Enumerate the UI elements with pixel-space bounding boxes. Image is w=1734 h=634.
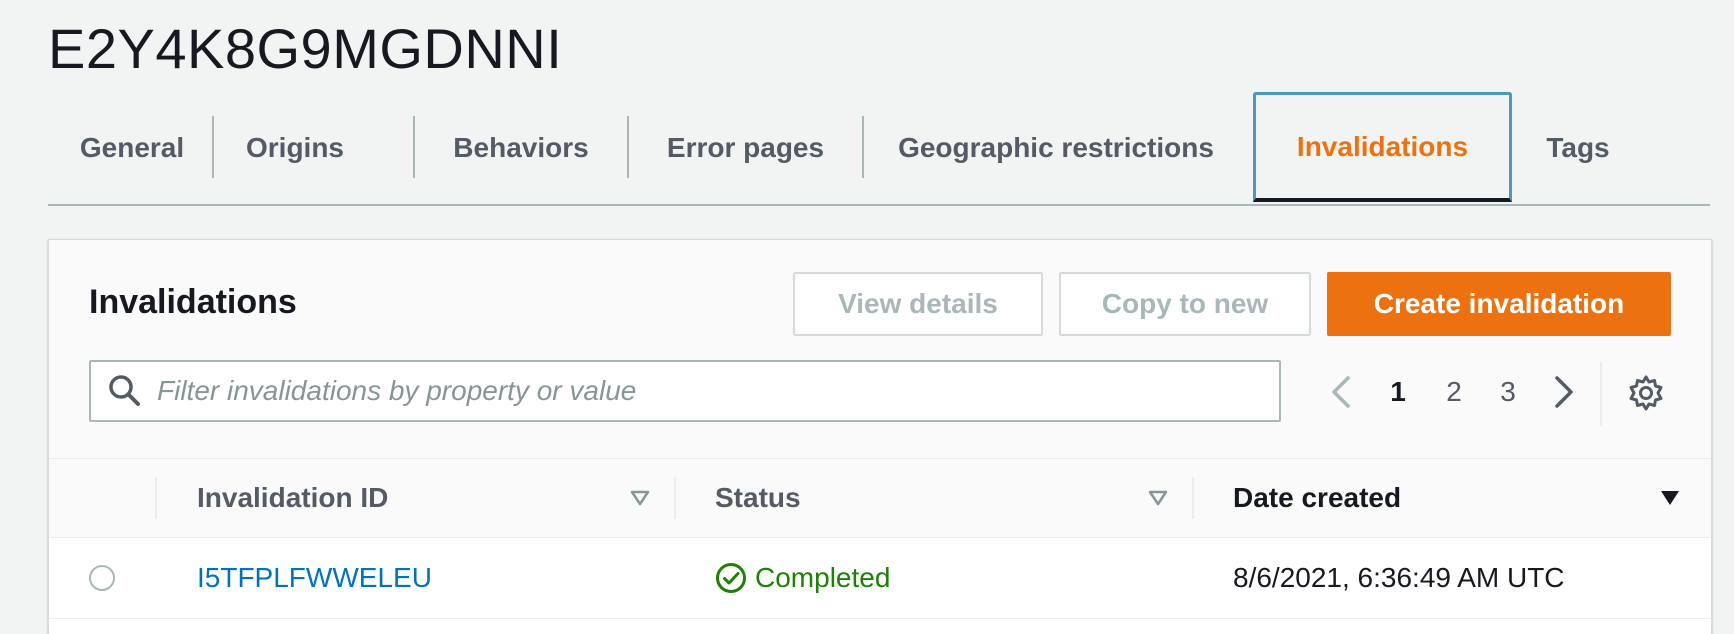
tab-error-pages[interactable]: Error pages	[629, 92, 862, 204]
page-number[interactable]: 2	[1434, 370, 1474, 414]
cloudfront-distribution-page: E2Y4K8G9MGDNNI General Origins Behaviors…	[0, 0, 1734, 634]
date-created-cell: 8/6/2021, 6:36:49 AM UTC	[1233, 562, 1565, 593]
copy-to-new-button[interactable]: Copy to new	[1059, 272, 1311, 336]
status-text: Completed	[755, 562, 891, 593]
tab-bar: General Origins Behaviors Error pages Ge…	[48, 92, 1710, 206]
tab-origins[interactable]: Origins	[214, 92, 376, 204]
invalidation-id-link[interactable]: I5TFPLFWWELEU	[197, 538, 432, 618]
view-details-button[interactable]: View details	[793, 272, 1043, 336]
column-header-status[interactable]: Status	[715, 459, 801, 537]
tab-geographic-restrictions[interactable]: Geographic restrictions	[864, 92, 1248, 204]
chevron-right-icon[interactable]	[1549, 372, 1579, 412]
tab-invalidations[interactable]: Invalidations	[1253, 92, 1512, 202]
pagination-divider	[1600, 362, 1602, 426]
search-icon	[109, 375, 140, 406]
table-header: Invalidation ID Status Date created	[49, 459, 1711, 538]
search-input[interactable]	[155, 365, 1279, 417]
table-row: I5TFPLFWWELEU Completed 8/6/2021, 6:36:4…	[49, 538, 1711, 619]
column-header-date-created[interactable]: Date created	[1233, 459, 1401, 537]
tab-behaviors[interactable]: Behaviors	[415, 92, 627, 204]
column-header-invalidation-id[interactable]: Invalidation ID	[197, 459, 388, 537]
distribution-id-title: E2Y4K8G9MGDNNI	[48, 17, 563, 80]
sort-down-outline-icon[interactable]	[629, 487, 651, 509]
gear-icon[interactable]	[1627, 374, 1665, 412]
sort-down-filled-icon[interactable]	[1659, 487, 1681, 509]
check-circle-icon	[716, 563, 746, 593]
column-separator	[155, 477, 157, 519]
create-invalidation-button[interactable]: Create invalidation	[1327, 272, 1671, 336]
column-separator	[674, 477, 676, 519]
page-number[interactable]: 1	[1378, 370, 1418, 414]
column-separator	[1192, 477, 1194, 519]
page-number[interactable]: 3	[1488, 370, 1528, 414]
invalidations-panel: Invalidations View details Copy to new C…	[48, 239, 1712, 634]
panel-title: Invalidations	[89, 283, 297, 321]
panel-header: Invalidations View details Copy to new C…	[49, 240, 1711, 459]
tab-general[interactable]: General	[48, 92, 216, 204]
tab-tags[interactable]: Tags	[1512, 92, 1644, 204]
row-select-radio[interactable]	[89, 565, 115, 591]
search-box	[89, 360, 1281, 422]
sort-down-outline-icon[interactable]	[1147, 487, 1169, 509]
chevron-left-icon[interactable]	[1326, 372, 1356, 412]
status-cell: Completed	[715, 538, 890, 618]
